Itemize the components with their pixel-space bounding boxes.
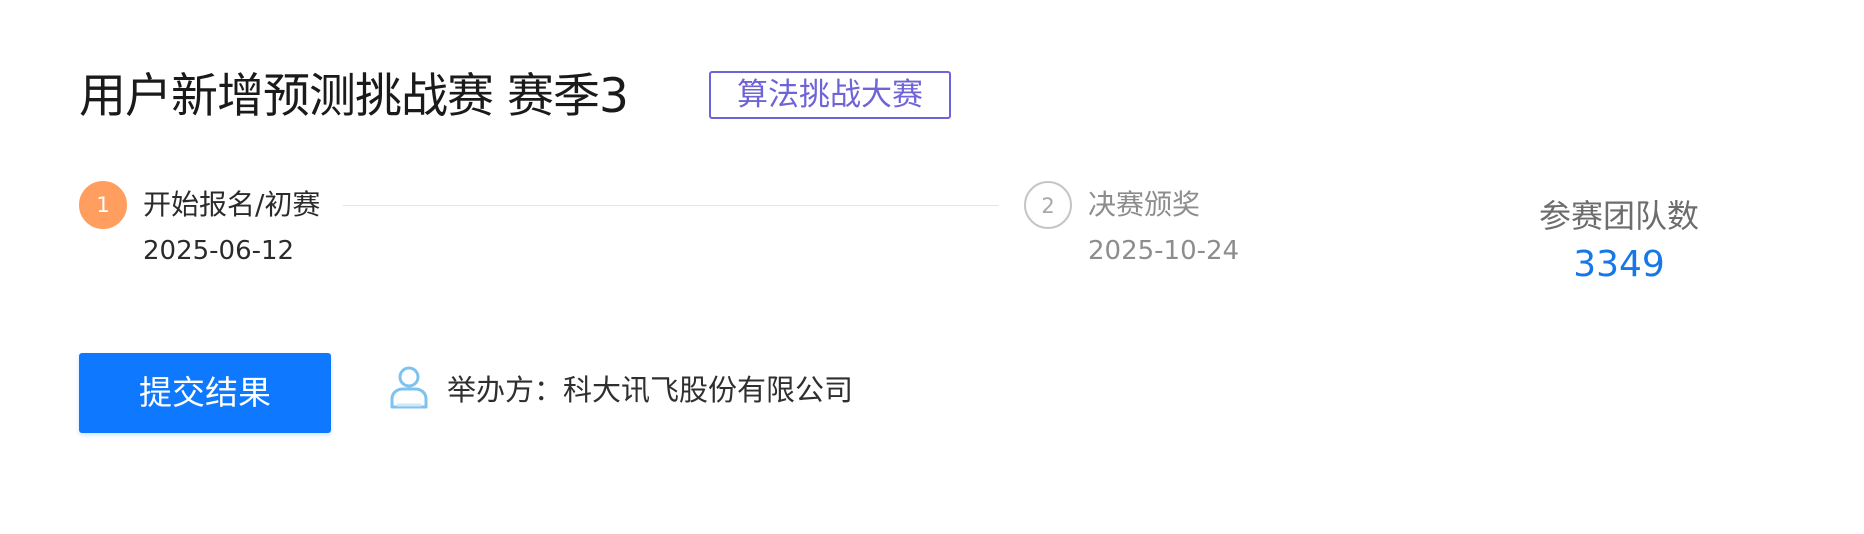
- submit-results-button[interactable]: 提交结果: [79, 353, 331, 433]
- step-2-title: 决赛颁奖: [1088, 188, 1201, 221]
- competition-header: 用户新增预测挑战赛 赛季3 算法挑战大赛 1 开始报名/初赛 2025-06-1…: [0, 0, 1864, 534]
- step-1-title: 开始报名/初赛: [143, 188, 321, 221]
- step-2-indicator: 2: [1024, 181, 1072, 229]
- team-count-label: 参赛团队数: [1538, 197, 1699, 235]
- organizer-text: 举办方：科大讯飞股份有限公司: [447, 373, 854, 407]
- page-title: 用户新增预测挑战赛 赛季3: [79, 69, 629, 124]
- step-1-indicator: 1: [79, 181, 127, 229]
- step-2-date: 2025-10-24: [1088, 236, 1240, 266]
- step-connector-line: [343, 205, 999, 206]
- user-icon: [389, 365, 429, 409]
- team-count-value: 3349: [1573, 244, 1665, 285]
- category-tag[interactable]: 算法挑战大赛: [709, 71, 951, 119]
- step-1-date: 2025-06-12: [143, 236, 295, 266]
